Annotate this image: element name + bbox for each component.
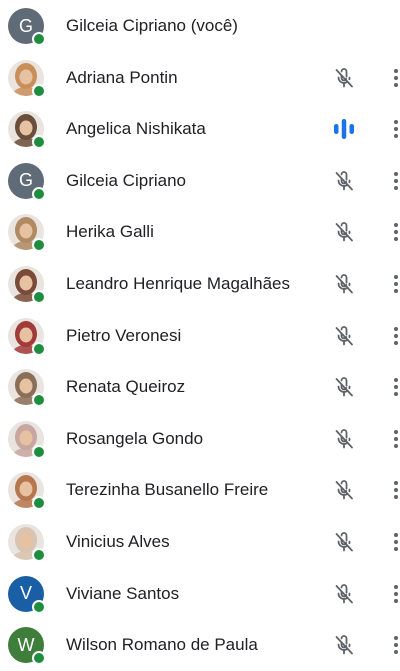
avatar [8,59,46,98]
online-status-dot [32,186,46,201]
online-status-dot [32,135,46,150]
avatar [8,266,46,304]
participant-name: Pietro Veronesi [66,325,182,345]
participant-name: Vinicius Alves [66,532,170,551]
mic-muted-icon [332,66,356,90]
avatar [8,369,46,408]
mic-muted-icon [332,220,356,244]
participant-name: Leandro Henrique Magalhães [66,274,290,293]
avatar [8,472,46,511]
mic-muted-icon [332,633,356,657]
avatar: W [8,627,46,666]
participant-row-1[interactable]: G Gilceia Cipriano (você) [0,0,400,52]
participant-row-10[interactable]: Terezinha Busanello Freire [0,464,400,516]
online-status-dot [32,393,46,408]
participant-name: Renata Queiroz [66,377,186,397]
mic-muted-icon [332,375,356,399]
online-status-dot [32,32,46,46]
participant-name: Adriana Pontin [66,67,178,87]
avatar: G [8,162,46,201]
avatar [8,317,46,356]
participant-name: Viviane Santos [66,583,180,603]
more-options-icon[interactable] [386,324,400,348]
online-status-dot [32,238,46,253]
participant-row-7[interactable]: Pietro Veronesi [0,310,400,362]
participant-name: Rosangela Gondo [66,428,204,448]
participant-row-2[interactable]: Adriana Pontin [0,52,400,104]
participant-row-4[interactable]: G Gilceia Cipriano [0,155,400,207]
participant-row-11[interactable]: Vinicius Alves [0,516,400,568]
more-options-icon[interactable] [386,272,400,296]
more-options-icon[interactable] [386,169,400,193]
mic-muted-icon [332,324,356,348]
online-status-dot [32,290,46,304]
avatar [8,111,46,150]
participant-name: Gilceia Cipriano [66,170,186,190]
online-status-dot [32,341,46,356]
participant-name: Gilceia Cipriano (você) [66,16,238,35]
participant-row-13[interactable]: W Wilson Romano de Paula [0,619,400,671]
participant-row-3[interactable]: Angelica Nishikata [0,103,400,155]
more-options-icon[interactable] [386,375,400,399]
speaking-indicator-icon [332,117,356,141]
participant-row-12[interactable]: V Viviane Santos [0,568,400,620]
avatar [8,420,46,459]
more-options-icon[interactable] [386,530,400,554]
more-options-icon[interactable] [386,220,400,244]
online-status-dot [32,651,46,666]
mic-muted-icon [332,530,356,554]
mic-muted-icon [332,427,356,451]
participant-name: Angelica Nishikata [66,119,206,139]
participant-name: Wilson Romano de Paula [66,635,258,655]
mic-muted-icon [332,169,356,193]
participant-row-6[interactable]: Leandro Henrique Magalhães [0,258,400,310]
participant-name: Terezinha Busanello Freire [66,480,269,500]
avatar: G [8,8,46,46]
online-status-dot [32,599,46,614]
more-options-icon[interactable] [386,117,400,141]
participant-list: G Gilceia Cipriano (você) Adriana Pontin… [0,0,400,666]
more-options-icon[interactable] [386,633,400,657]
more-options-icon[interactable] [386,66,400,90]
mic-muted-icon [332,582,356,606]
participant-row-5[interactable]: Herika Galli [0,206,400,258]
online-status-dot [32,444,46,459]
more-options-icon[interactable] [386,427,400,451]
participant-row-8[interactable]: Renata Queiroz [0,361,400,413]
more-options-icon[interactable] [386,478,400,502]
mic-muted-icon [332,478,356,502]
online-status-dot [32,548,46,562]
online-status-dot [32,496,46,511]
avatar: V [8,575,46,614]
participant-name: Herika Galli [66,222,154,242]
online-status-dot [32,83,46,98]
participant-row-9[interactable]: Rosangela Gondo [0,413,400,465]
avatar [8,524,46,562]
avatar [8,214,46,253]
mic-muted-icon [332,272,356,296]
more-options-icon[interactable] [386,582,400,606]
